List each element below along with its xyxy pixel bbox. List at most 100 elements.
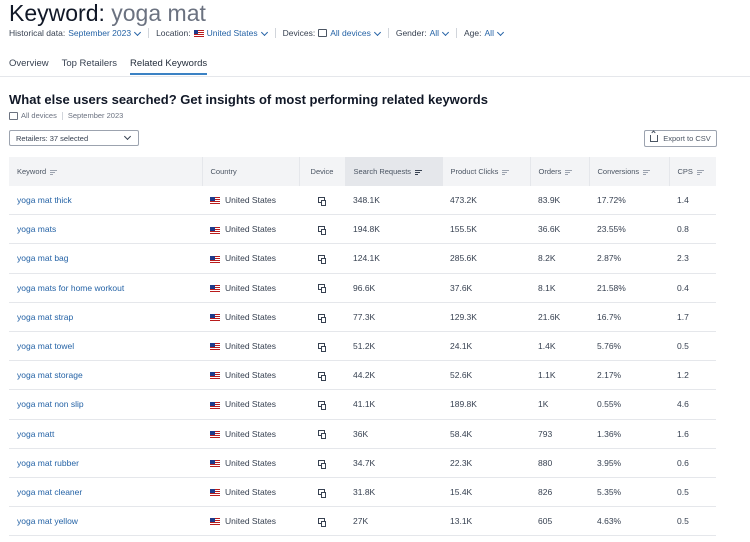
tabs-divider — [0, 76, 750, 77]
keyword-link[interactable]: yoga mat storage — [9, 360, 202, 391]
all-devices-icon — [318, 430, 326, 440]
filter-bar: Historical data: September 2023 Location… — [9, 28, 506, 38]
table-row: yoga mat storage United States 44.2K 52.6K 1… — [9, 360, 716, 391]
retailers-select[interactable]: Retailers: 37 selected — [9, 130, 139, 146]
gender-filter[interactable]: Gender: All — [396, 28, 451, 38]
column-header-orders[interactable]: Orders — [530, 157, 590, 186]
keyword-link[interactable]: yoga mat non slip — [9, 389, 202, 420]
section-period: September 2023 — [67, 111, 124, 120]
orders-cell: 8.2K — [530, 243, 589, 274]
divider — [61, 111, 63, 120]
us-flag-icon — [210, 226, 220, 234]
conversions-cell: 2.17% — [589, 360, 669, 391]
keyword-link[interactable]: yoga mat cleaner — [9, 477, 202, 508]
conversions-cell: 17.72% — [589, 186, 669, 216]
chevron-down-icon — [260, 28, 268, 36]
all-devices-icon — [318, 517, 326, 527]
page-title-keyword: yoga mat — [111, 0, 206, 26]
tab-overview[interactable]: Overview — [9, 58, 49, 75]
device-cell — [299, 477, 345, 508]
table-row: yoga mat non slip United States 41.1K 189.8… — [9, 389, 716, 420]
orders-cell: 793 — [530, 419, 589, 449]
keyword-link[interactable]: yoga mat strap — [9, 302, 202, 332]
country-cell: United States — [202, 186, 299, 216]
us-flag-icon — [210, 343, 220, 351]
us-flag-icon — [193, 29, 204, 37]
column-header-keyword[interactable]: Keyword — [9, 157, 203, 186]
location-label: Location: — [156, 28, 191, 38]
tab-top-retailers[interactable]: Top Retailers — [62, 58, 117, 75]
section-meta: All devices September 2023 — [9, 111, 123, 120]
age-filter[interactable]: Age: All — [464, 28, 506, 38]
search-requests-cell: 27K — [345, 506, 442, 537]
divider — [148, 28, 150, 38]
keyword-link[interactable]: yoga mat bag — [9, 243, 202, 274]
age-value: All — [484, 28, 494, 38]
keyword-link[interactable]: yoga mat yellow — [9, 506, 202, 537]
country-label: United States — [225, 486, 277, 497]
devices-filter[interactable]: Devices: All devices — [283, 28, 383, 38]
devices-label: Devices: — [282, 28, 316, 38]
orders-cell: 605 — [530, 506, 589, 537]
column-header-product-clicks[interactable]: Product Clicks — [442, 157, 531, 186]
keyword-link[interactable]: yoga mat thick — [9, 186, 202, 216]
location-filter[interactable]: Location: United States — [156, 28, 270, 38]
orders-cell: 36.6K — [530, 214, 589, 245]
country-cell: United States — [202, 389, 299, 420]
us-flag-icon — [210, 197, 220, 205]
keyword-link[interactable]: yoga matt — [9, 419, 202, 449]
sort-icon — [50, 169, 58, 175]
device-cell — [299, 360, 345, 391]
column-header-label: Conversions — [597, 167, 640, 176]
column-header-device: Device — [299, 157, 346, 186]
device-cell — [299, 302, 345, 332]
all-devices-icon — [318, 313, 326, 323]
keyword-link[interactable]: yoga mats for home workout — [9, 273, 202, 303]
column-header-cps[interactable]: CPS — [669, 157, 716, 186]
search-requests-cell: 77.3K — [345, 302, 442, 332]
orders-cell: 83.9K — [530, 186, 589, 216]
cps-cell: 2.3 — [669, 243, 716, 274]
conversions-cell: 5.35% — [589, 477, 669, 508]
product-clicks-cell: 37.6K — [442, 273, 530, 303]
column-header-search-requests[interactable]: Search Requests — [345, 157, 443, 186]
device-cell — [299, 186, 345, 216]
device-cell — [299, 273, 345, 303]
search-requests-cell: 194.8K — [345, 214, 442, 245]
sort-icon — [415, 169, 423, 175]
column-header-conversions[interactable]: Conversions — [589, 157, 670, 186]
devices-icon — [9, 111, 18, 120]
us-flag-icon — [210, 518, 220, 526]
sort-icon — [565, 169, 573, 175]
cps-cell: 0.5 — [669, 331, 716, 362]
table-row: yoga mat strap United States 77.3K 129.3K 21… — [9, 302, 716, 332]
gender-value: All — [429, 28, 440, 38]
chevron-down-icon — [496, 28, 505, 36]
conversions-cell: 2.87% — [589, 243, 669, 274]
us-flag-icon — [210, 372, 220, 380]
conversions-cell: 16.7% — [589, 302, 669, 332]
export-csv-button[interactable]: Export to CSV — [644, 130, 717, 147]
conversions-cell: 4.63% — [589, 506, 669, 537]
keyword-link[interactable]: yoga mats — [9, 214, 202, 245]
country-label: United States — [225, 399, 277, 410]
historical-data-filter[interactable]: Historical data: September 2023 — [9, 28, 143, 38]
conversions-cell: 23.55% — [589, 214, 669, 245]
column-header-country: Country — [202, 157, 300, 186]
product-clicks-cell: 58.4K — [442, 419, 530, 449]
tab-related-keywords[interactable]: Related Keywords — [130, 58, 208, 75]
historical-data-label: Historical data: — [9, 28, 66, 38]
keyword-link[interactable]: yoga mat towel — [9, 331, 202, 362]
country-cell: United States — [202, 273, 299, 303]
country-label: United States — [225, 341, 277, 352]
keyword-link[interactable]: yoga mat rubber — [9, 448, 202, 478]
chevron-down-icon — [441, 28, 450, 36]
us-flag-icon — [210, 314, 220, 322]
cps-cell: 0.5 — [669, 477, 716, 508]
country-label: United States — [225, 516, 277, 527]
search-requests-cell: 44.2K — [345, 360, 442, 391]
country-label: United States — [225, 195, 277, 206]
tab-bar: Overview Top Retailers Related Keywords — [9, 58, 220, 75]
country-cell: United States — [202, 360, 299, 391]
all-devices-icon — [318, 226, 326, 236]
